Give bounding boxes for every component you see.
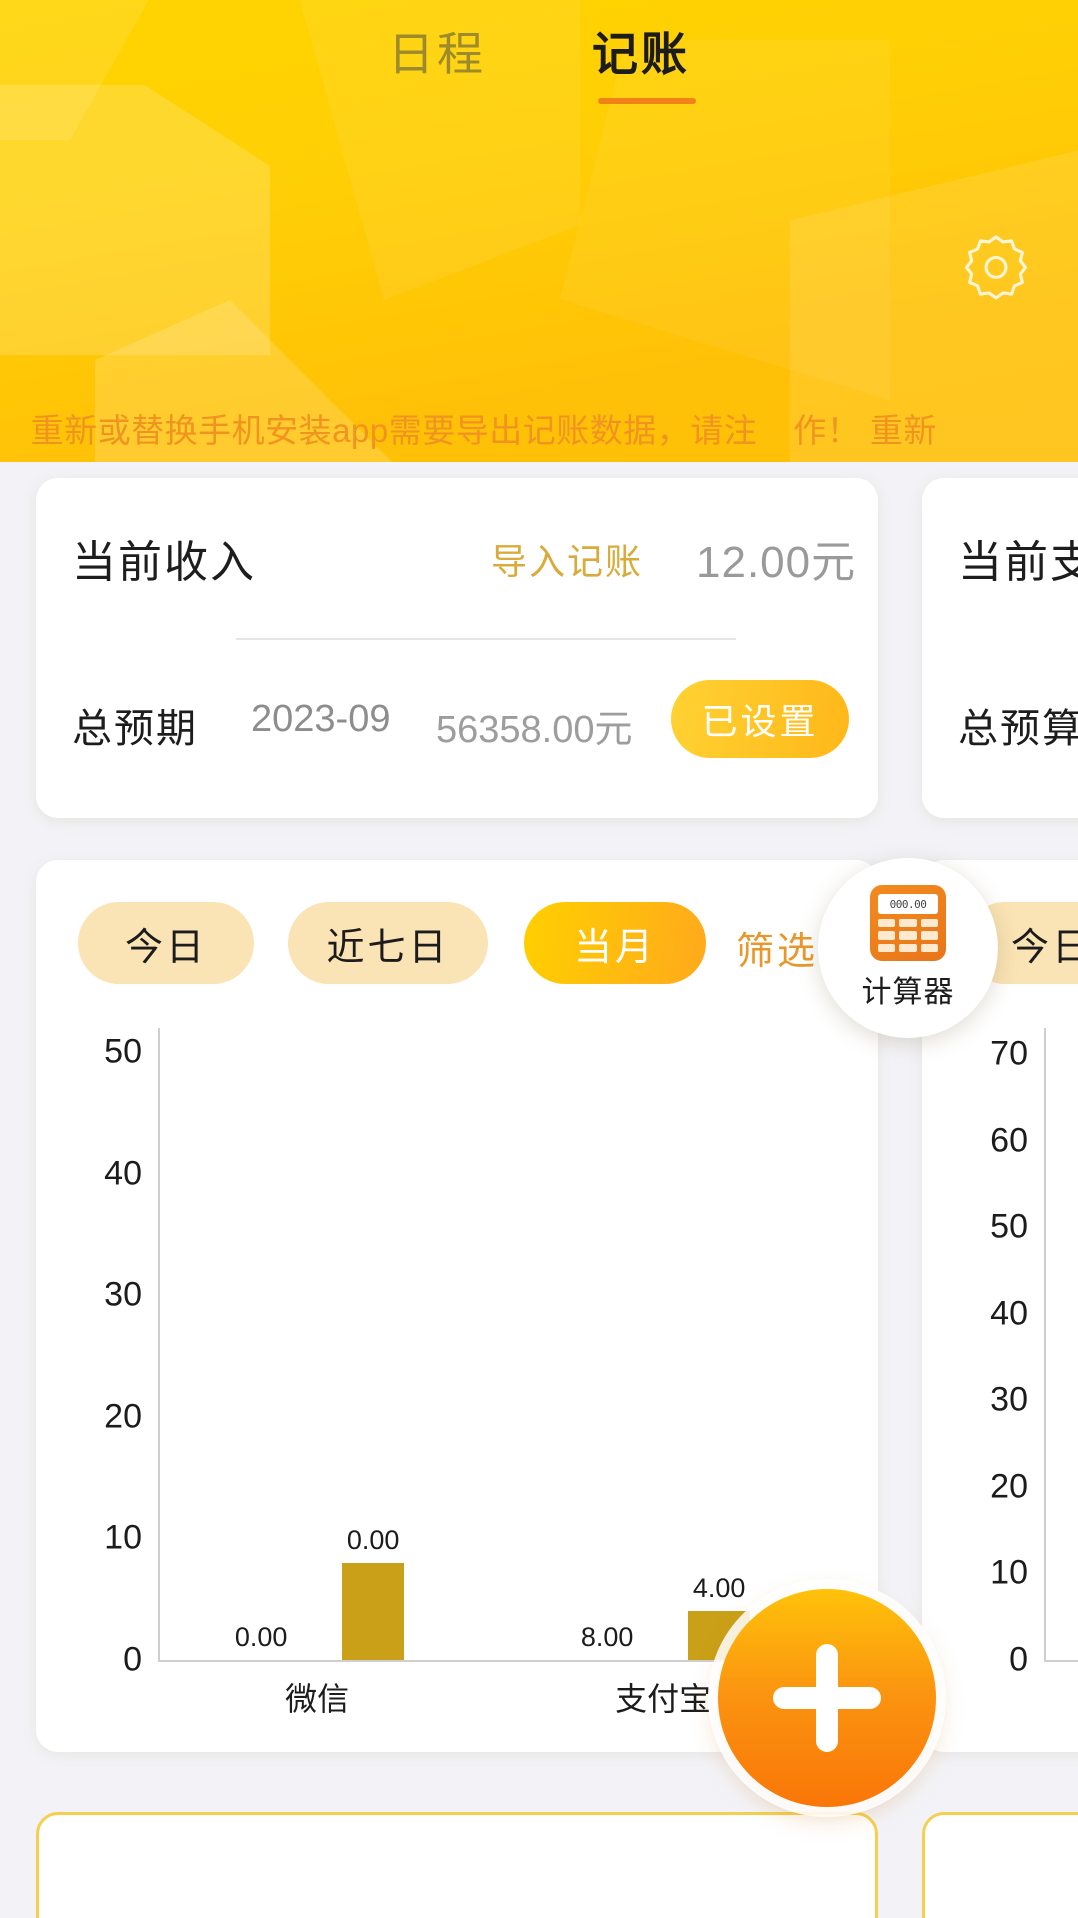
chart-y-tick: 10 — [104, 1518, 142, 1557]
budget-label: 总预期 — [72, 707, 198, 751]
add-record-fab[interactable] — [718, 1589, 936, 1807]
calculator-key — [878, 919, 896, 928]
expense-title: 当前支出 — [958, 538, 1078, 587]
records-card-pager[interactable]: 本月收入记录 按日期查看 本月支出记录 — [0, 1812, 1078, 1918]
chart-y-axis — [1044, 1028, 1046, 1660]
calculator-key — [878, 943, 896, 952]
chart-y-tick: 50 — [990, 1207, 1028, 1246]
chart-y-tick: 30 — [104, 1275, 142, 1314]
card-divider — [236, 638, 736, 640]
calculator-key — [920, 919, 938, 928]
notice-marquee[interactable]: 作！ 重新或替换手机安装app需要导出记账数据，请注 作！ 重新 — [0, 400, 1078, 462]
calculator-shortcut-button[interactable]: 000.00 计算器 — [818, 858, 998, 1038]
income-amount: 12.00元 — [696, 538, 857, 587]
tab-active-indicator — [598, 98, 696, 104]
income-card-top: 当前收入 导入记账 12.00元 — [36, 478, 878, 638]
notice-text: 作！ 重新或替换手机安装app需要导出记账数据，请注 — [0, 412, 758, 449]
chart-y-tick: 10 — [990, 1553, 1028, 1592]
import-ledger-link[interactable]: 导入记账 — [491, 533, 643, 585]
calculator-key — [899, 931, 917, 940]
chart-y-axis — [158, 1028, 160, 1660]
chart-bar-value-label: 4.00 — [692, 1573, 746, 1604]
calculator-key — [920, 931, 938, 940]
summary-card-pager[interactable]: 当前收入 导入记账 12.00元 总预期 2023-09 56358.00元 已… — [0, 478, 1078, 820]
chart-bar-value-label: 0.00 — [346, 1524, 400, 1555]
income-records-card[interactable]: 本月收入记录 按日期查看 — [36, 1812, 878, 1918]
tab-schedule[interactable]: 日程 — [388, 18, 486, 84]
chart-y-tick: 60 — [990, 1121, 1028, 1160]
expense-records-card[interactable]: 本月支出记录 — [922, 1812, 1078, 1918]
header-tabs: 日程 记账 — [0, 0, 1078, 120]
chart-y-tick: 0 — [1009, 1640, 1028, 1679]
calculator-key — [899, 919, 917, 928]
chart-bar-value-label: 8.00 — [580, 1622, 634, 1652]
header-decoration-shape — [0, 85, 270, 355]
gear-icon[interactable] — [962, 232, 1030, 300]
income-card-bottom: 总预期 2023-09 56358.00元 已设置 — [36, 674, 878, 784]
calculator-key — [878, 931, 896, 940]
calculator-keys — [878, 919, 938, 952]
plus-icon-vertical — [816, 1644, 838, 1752]
chart-y-tick: 20 — [990, 1467, 1028, 1506]
budget-amount: 56358.00元 — [436, 709, 633, 751]
expense-card-bottom: 总预算 — [922, 674, 1078, 784]
app-root: 日程 记账 作！ 重新或替换手机安装app需要导出记账数据，请注 作！ 重新 当… — [0, 0, 1078, 1918]
chart-y-tick: 0 — [123, 1640, 142, 1679]
income-records-title: 本月收入记录 — [75, 1911, 339, 1918]
tab-ledger[interactable]: 记账 — [592, 18, 690, 84]
notice-text-repeat: 作！ 重新 — [793, 412, 937, 449]
chart-y-tick: 50 — [104, 1032, 142, 1071]
chart-bar-value-label: 0.00 — [234, 1622, 288, 1652]
chart-y-tick: 40 — [990, 1294, 1028, 1333]
calculator-label: 计算器 — [861, 976, 955, 1009]
calculator-key — [920, 943, 938, 952]
chart-y-tick: 20 — [104, 1397, 142, 1436]
expense-summary-card[interactable]: 当前支出 总预算 — [922, 478, 1078, 818]
calculator-key — [899, 943, 917, 952]
expense-budget-label: 总预算 — [958, 707, 1078, 751]
chart-bar — [342, 1562, 405, 1660]
chart-y-tick: 70 — [990, 1034, 1028, 1073]
budget-date: 2023-09 — [251, 698, 391, 740]
calculator-icon: 000.00 — [870, 885, 946, 961]
income-title: 当前收入 — [72, 538, 256, 587]
expense-records-title: 本月支出记录 — [961, 1911, 1078, 1918]
chart-y-tick: 40 — [104, 1154, 142, 1193]
chart-y-tick: 30 — [990, 1380, 1028, 1419]
page-header: 日程 记账 作！ 重新或替换手机安装app需要导出记账数据，请注 作！ 重新 — [0, 0, 1078, 462]
calculator-screen-text: 000.00 — [878, 894, 938, 914]
budget-set-button[interactable]: 已设置 — [671, 680, 849, 758]
expense-card-top: 当前支出 — [922, 478, 1078, 638]
chart-x-tick-label: 微信 — [285, 1681, 350, 1717]
chart-x-axis — [1044, 1660, 1078, 1662]
income-summary-card[interactable]: 当前收入 导入记账 12.00元 总预期 2023-09 56358.00元 已… — [36, 478, 878, 818]
